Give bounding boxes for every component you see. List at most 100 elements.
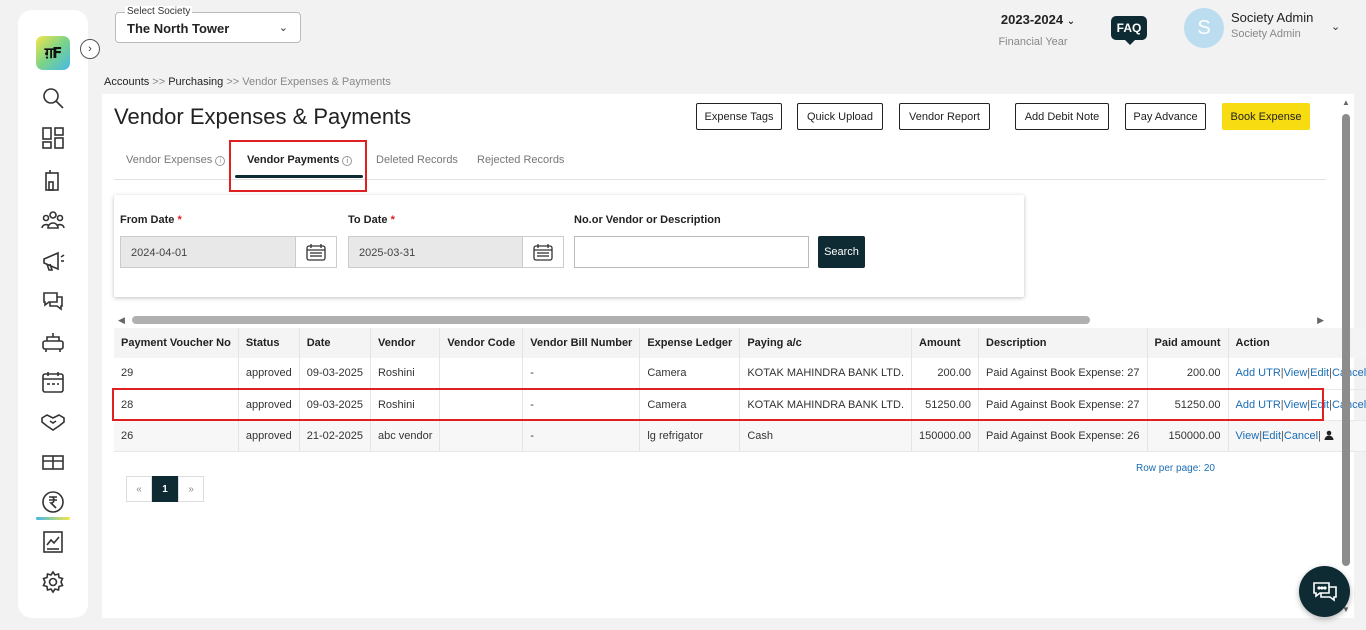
chevron-down-icon: ⌄ <box>278 22 288 34</box>
column-header[interactable]: Vendor Code <box>439 328 524 358</box>
tab-deleted-records[interactable]: Deleted Records <box>376 154 458 166</box>
cell-date: 09-03-2025 <box>299 358 371 390</box>
reports-icon[interactable] <box>40 529 66 555</box>
column-header[interactable]: Paid amount <box>1147 328 1229 358</box>
breadcrumb-accounts[interactable]: Accounts <box>104 76 149 88</box>
cell-ledger: Camera <box>639 358 741 390</box>
cell-status: approved <box>238 420 300 452</box>
active-nav-indicator <box>36 517 70 520</box>
cell-vendor-code <box>439 420 524 452</box>
search-button[interactable]: Search <box>818 236 865 268</box>
column-header[interactable]: Vendor <box>370 328 441 358</box>
info-icon: i <box>215 156 226 166</box>
edit-link[interactable]: Edit <box>1310 367 1329 379</box>
cell-bill-number: - <box>522 358 641 390</box>
chat-bubble-icon <box>1312 581 1337 602</box>
table-row: 26 approved 21-02-2025 abc vendor - lg r… <box>114 420 1366 452</box>
cell-voucher: 26 <box>114 420 239 452</box>
user-menu-chevron-icon[interactable]: ⌄ <box>1331 20 1340 33</box>
row-highlight-box <box>112 388 1324 421</box>
add-utr-link[interactable]: Add UTR <box>1236 367 1281 379</box>
book-expense-button[interactable]: Book Expense <box>1222 103 1310 130</box>
vertical-scroll-thumb[interactable] <box>1342 114 1350 566</box>
rupee-icon[interactable] <box>40 489 66 515</box>
avatar[interactable]: S <box>1184 8 1224 48</box>
app-logo[interactable]: ग़F <box>36 36 70 70</box>
expense-tags-button[interactable]: Expense Tags <box>696 103 782 130</box>
pagination: « 1 » <box>126 476 204 502</box>
cancel-link[interactable]: Cancel <box>1284 430 1318 442</box>
column-header[interactable]: Expense Ledger <box>639 328 741 358</box>
pay-advance-button[interactable]: Pay Advance <box>1125 103 1206 130</box>
cell-paid-amount: 150000.00 <box>1147 420 1229 452</box>
search-icon[interactable] <box>40 85 66 111</box>
society-select-value: The North Tower <box>127 21 230 36</box>
horizontal-scroll-thumb[interactable] <box>132 316 1090 324</box>
cell-bill-number: - <box>522 420 641 452</box>
settings-icon[interactable] <box>40 569 66 595</box>
members-icon[interactable] <box>40 207 66 233</box>
add-debit-note-button[interactable]: Add Debit Note <box>1015 103 1109 130</box>
society-select[interactable]: Select Society The North Tower ⌄ <box>115 6 301 43</box>
announcement-icon[interactable] <box>40 248 66 274</box>
sidebar-toggle-icon[interactable]: › <box>80 39 100 59</box>
edit-link[interactable]: Edit <box>1262 430 1281 442</box>
column-header[interactable]: Vendor Bill Number <box>522 328 641 358</box>
horizontal-scrollbar[interactable]: ◀ ▶ <box>118 315 1324 325</box>
column-header[interactable]: Date <box>299 328 371 358</box>
dashboard-icon[interactable] <box>40 125 66 151</box>
column-header[interactable]: Payment Voucher No <box>114 328 239 358</box>
cell-date: 21-02-2025 <box>299 420 371 452</box>
column-header[interactable]: Status <box>238 328 300 358</box>
breadcrumb-purchasing[interactable]: Purchasing <box>168 76 223 88</box>
financial-year-value: 2023-2024 <box>1000 12 1064 27</box>
handshake-icon[interactable] <box>40 408 66 434</box>
to-date-calendar-icon[interactable] <box>522 236 564 268</box>
breadcrumb-separator: >> <box>223 76 243 88</box>
cell-amount: 150000.00 <box>911 420 980 452</box>
search-input[interactable] <box>574 236 809 268</box>
breadcrumb-current: Vendor Expenses & Payments <box>242 76 391 88</box>
column-header[interactable]: Description <box>978 328 1148 358</box>
cell-status: approved <box>238 358 300 390</box>
pagination-prev-button[interactable]: « <box>126 476 152 502</box>
tab-vendor-expenses[interactable]: Vendor Expenses i <box>126 154 226 166</box>
scroll-right-icon[interactable]: ▶ <box>1317 315 1324 326</box>
from-date-calendar-icon[interactable] <box>295 236 337 268</box>
cell-vendor: Roshini <box>370 358 441 390</box>
cell-amount: 200.00 <box>911 358 980 390</box>
main-panel: Vendor Expenses & Payments Expense Tags … <box>102 94 1366 618</box>
pagination-page-button[interactable]: 1 <box>152 476 178 502</box>
faq-button[interactable]: FAQ <box>1111 16 1147 45</box>
tab-highlight-box <box>229 140 367 192</box>
financial-year-selector[interactable]: 2023-2024 ⌄ Financial Year <box>993 12 1083 48</box>
column-header[interactable]: Amount <box>911 328 980 358</box>
view-link[interactable]: View <box>1236 430 1260 442</box>
search-field-label: No.or Vendor or Description <box>574 214 721 226</box>
scroll-left-icon[interactable]: ◀ <box>118 315 125 326</box>
from-date-label: From Date * <box>120 214 182 226</box>
quick-upload-button[interactable]: Quick Upload <box>797 103 883 130</box>
column-header[interactable]: Paying a/c <box>739 328 913 358</box>
rows-per-page-selector[interactable]: Row per page: 20 <box>1136 463 1215 474</box>
user-role: Society Admin <box>1231 28 1301 40</box>
person-icon[interactable] <box>1324 430 1334 440</box>
tab-rejected-records[interactable]: Rejected Records <box>477 154 564 166</box>
vertical-scrollbar[interactable]: ▲ ▼ <box>1341 98 1351 616</box>
user-name: Society Admin <box>1231 10 1314 25</box>
calendar-icon[interactable] <box>40 369 66 395</box>
scroll-up-icon[interactable]: ▲ <box>1342 98 1350 107</box>
sidebar: ग़F › <box>18 10 100 618</box>
vendor-report-button[interactable]: Vendor Report <box>899 103 990 130</box>
building-icon[interactable] <box>40 167 66 193</box>
pagination-next-button[interactable]: » <box>178 476 204 502</box>
from-date-input[interactable]: 2024-04-01 <box>120 236 296 268</box>
to-date-input[interactable]: 2025-03-31 <box>348 236 523 268</box>
view-link[interactable]: View <box>1284 367 1308 379</box>
chat-icon[interactable] <box>40 288 66 314</box>
page-title: Vendor Expenses & Payments <box>114 104 412 129</box>
cell-voucher: 29 <box>114 358 239 390</box>
gift-icon[interactable] <box>40 448 66 474</box>
support-chat-button[interactable] <box>1299 566 1350 617</box>
amenity-icon[interactable] <box>40 329 66 355</box>
